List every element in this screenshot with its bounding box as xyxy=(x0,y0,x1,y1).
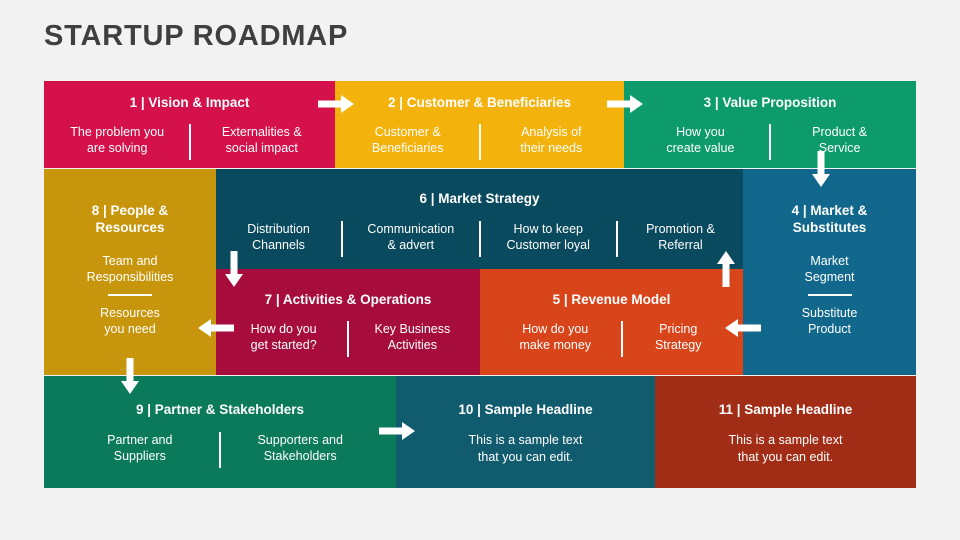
box-market-substitutes[interactable]: 4 | Market & Substitutes Market Segment Su… xyxy=(743,169,916,375)
box-title: 6 | Market Strategy xyxy=(419,191,540,206)
box-title: 11 | Sample Headline xyxy=(718,402,853,417)
box-partner-stakeholders[interactable]: 9 | Partner & Stakeholders Partner and Su… xyxy=(44,376,396,488)
box-subitem: Externalities & social impact xyxy=(221,125,302,155)
box-subitem: Analysis of their needs xyxy=(520,125,583,155)
arrow-1-to-2-icon xyxy=(318,95,354,113)
box-subitem: Promotion & Referral xyxy=(646,222,715,252)
arrow-6-to-7-icon xyxy=(225,251,243,287)
divider xyxy=(108,294,152,296)
box-subitem: How do you make money xyxy=(519,322,592,352)
box-title: 1 | Vision & Impact xyxy=(129,95,250,110)
box-title: 3 | Value Proposition xyxy=(703,95,837,110)
box-subitem: Customer & Beneficiaries xyxy=(371,125,444,155)
box-subitem: How do you get started? xyxy=(250,322,317,352)
arrow-4-to-5-icon xyxy=(725,319,761,337)
box-subitem: Partner and Suppliers xyxy=(107,433,173,463)
box-title: 2 | Customer & Beneficiaries xyxy=(387,95,572,110)
box-subitem: Market Segment xyxy=(804,254,855,284)
arrow-9-to-10-icon xyxy=(379,422,415,440)
box-subitem: Key Business Activities xyxy=(374,322,451,352)
box-activities-operations[interactable]: 7 | Activities & Operations How do you ge… xyxy=(216,269,480,375)
box-subitem: The problem you are solving xyxy=(70,125,165,155)
arrow-3-to-4-icon xyxy=(812,151,830,187)
box-title: 7 | Activities & Operations xyxy=(264,292,432,307)
arrow-7-to-8-icon xyxy=(198,319,234,337)
box-revenue-model[interactable]: 5 | Revenue Model How do you make money P… xyxy=(480,269,743,375)
box-title: 8 | People & Resources xyxy=(91,203,169,235)
box-customer-beneficiaries[interactable]: 2 | Customer & Beneficiaries Customer & B… xyxy=(335,81,624,168)
box-title: 9 | Partner & Stakeholders xyxy=(135,402,305,417)
box-subitem: Pricing Strategy xyxy=(654,322,702,352)
box-subitem: Substitute Product xyxy=(801,306,858,336)
box-subitem: Resources you need xyxy=(100,306,160,336)
box-subitem: How to keep Customer loyal xyxy=(506,222,590,252)
box-body-text: This is a sample text that you can edit. xyxy=(728,433,843,464)
box-title: 4 | Market & Substitutes xyxy=(791,203,868,235)
box-subitem: Distribution Channels xyxy=(247,222,310,252)
box-sample-headline-11[interactable]: 11 | Sample Headline This is a sample te… xyxy=(655,376,916,488)
divider xyxy=(807,294,852,296)
box-subitem: Product & Service xyxy=(812,125,868,155)
box-vision-impact[interactable]: 1 | Vision & Impact The problem you are s… xyxy=(44,81,335,168)
box-people-resources[interactable]: 8 | People & Resources Team and Responsibi… xyxy=(44,169,216,375)
page-title: STARTUP ROADMAP xyxy=(44,20,349,52)
box-sample-headline-10[interactable]: 10 | Sample Headline This is a sample te… xyxy=(396,376,655,488)
box-title: 10 | Sample Headline xyxy=(458,402,593,417)
roadmap-diagram: 1 | Vision & Impact The problem you are s… xyxy=(44,81,916,488)
box-subitem: Team and Responsibilities xyxy=(86,254,174,284)
arrow-5-to-6-icon xyxy=(717,251,735,287)
box-subitem: How you create value xyxy=(666,125,735,155)
box-value-proposition[interactable]: 3 | Value Proposition How you create valu… xyxy=(624,81,916,168)
box-subitem: Supporters and Stakeholders xyxy=(257,433,343,463)
box-market-strategy[interactable]: 6 | Market Strategy Distribution Channels… xyxy=(216,169,743,269)
box-title: 5 | Revenue Model xyxy=(552,292,671,307)
arrow-8-to-9-icon xyxy=(121,358,139,394)
arrow-2-to-3-icon xyxy=(607,95,643,113)
box-subitem: Communication & advert xyxy=(367,222,455,252)
box-body-text: This is a sample text that you can edit. xyxy=(468,433,583,464)
